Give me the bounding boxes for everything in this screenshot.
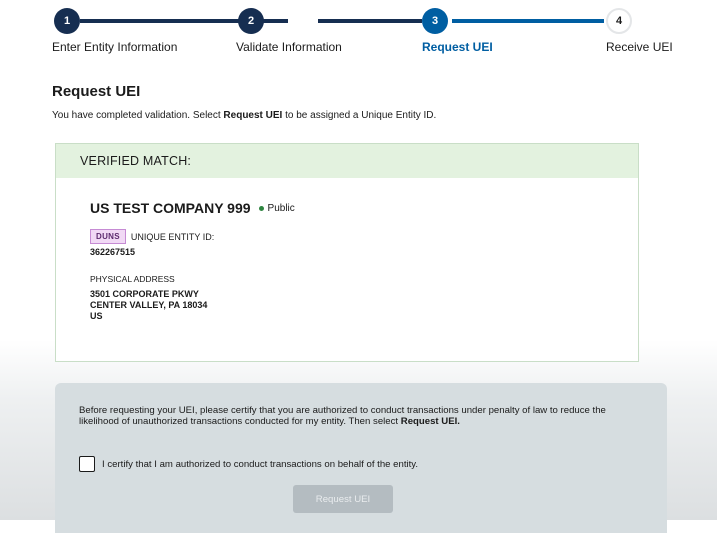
- intro-text: You have completed validation. Select Re…: [52, 110, 436, 121]
- certification-panel: Before requesting your UEI, please certi…: [55, 383, 667, 533]
- verified-match-header: VERIFIED MATCH:: [56, 144, 638, 178]
- intro-text-end: to be assigned a Unique Entity ID.: [282, 110, 437, 121]
- verified-match-card: VERIFIED MATCH: US TEST COMPANY 999 Publ…: [55, 143, 639, 362]
- step-4-label: Receive UEI: [606, 40, 673, 54]
- certify-checkbox-row[interactable]: I certify that I am authorized to conduc…: [79, 456, 418, 472]
- step-4-indicator: 4: [606, 8, 632, 34]
- certification-text: Before requesting your UEI, please certi…: [79, 405, 639, 427]
- company-name: US TEST COMPANY 999: [90, 200, 251, 216]
- step-connector-2-3: [318, 19, 422, 23]
- entity-id-row: DUNS UNIQUE ENTITY ID:: [90, 229, 214, 244]
- step-1-label: Enter Entity Information: [52, 40, 178, 54]
- address-line-2: CENTER VALLEY, PA 18034: [90, 300, 208, 310]
- certify-checkbox-label[interactable]: I certify that I am authorized to conduc…: [102, 459, 418, 470]
- physical-address: 3501 CORPORATE PKWY CENTER VALLEY, PA 18…: [90, 289, 207, 322]
- address-line-3: US: [90, 311, 103, 321]
- intro-text-start: You have completed validation. Select: [52, 110, 224, 121]
- request-uei-button[interactable]: Request UEI: [293, 485, 393, 513]
- entity-id-value: 362267515: [90, 247, 136, 257]
- entity-id-label: UNIQUE ENTITY ID:: [130, 231, 215, 242]
- step-3-label: Request UEI: [422, 40, 493, 54]
- company-row: US TEST COMPANY 999 Public: [90, 200, 295, 216]
- certification-text-bold: Request UEI.: [400, 416, 460, 427]
- certification-text-body: Before requesting your UEI, please certi…: [79, 405, 606, 427]
- step-1-indicator: 1: [54, 8, 80, 34]
- status-dot-icon: [258, 205, 264, 211]
- step-2-label: Validate Information: [236, 40, 342, 54]
- intro-text-bold: Request UEI: [223, 110, 283, 121]
- physical-address-label: PHYSICAL ADDRESS: [90, 274, 175, 284]
- duns-badge: DUNS: [90, 229, 126, 244]
- step-connector-3-4: [452, 19, 604, 23]
- company-status: Public: [267, 202, 295, 214]
- step-2-indicator: 2: [238, 8, 264, 34]
- step-3-indicator: 3: [422, 8, 448, 34]
- address-line-1: 3501 CORPORATE PKWY: [90, 289, 199, 299]
- progress-stepper: 1 2 3 4 Enter Entity Information Validat…: [52, 6, 673, 56]
- page-title: Request UEI: [52, 83, 141, 100]
- certify-checkbox[interactable]: [79, 456, 95, 472]
